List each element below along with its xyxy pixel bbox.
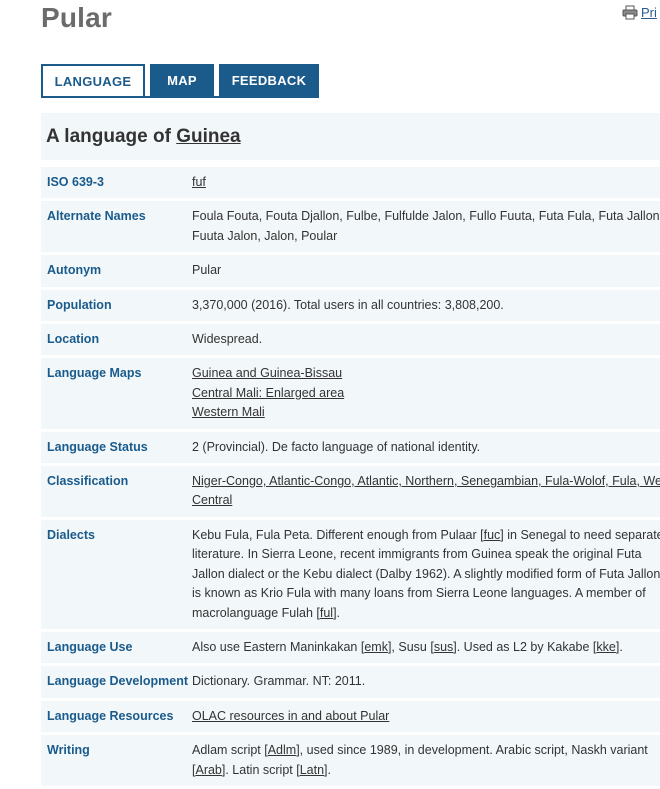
row-label: Language Maps bbox=[47, 366, 142, 381]
tab-underline bbox=[41, 96, 319, 98]
map-link[interactable]: Guinea and Guinea-Bissau bbox=[192, 364, 656, 383]
code-link-sus[interactable]: sus bbox=[434, 640, 453, 654]
tab-language[interactable]: LANGUAGE bbox=[41, 64, 145, 97]
use-text: ]. Used as L2 by Kakabe [ bbox=[453, 639, 597, 654]
row-value: 3,370,000 (2016). Total users in all cou… bbox=[192, 297, 504, 312]
row-language-resources: Language Resources OLAC resources in and… bbox=[41, 700, 660, 733]
code-link-kke[interactable]: kke bbox=[596, 640, 615, 654]
code-link-emk[interactable]: emk bbox=[364, 640, 388, 654]
row-autonym: Autonym Pular bbox=[41, 255, 660, 287]
olac-resources-link[interactable]: OLAC resources in and about Pular bbox=[192, 709, 389, 723]
dialects-text: Kebu Fula, Fula Peta. Different enough f… bbox=[192, 527, 484, 542]
tab-feedback[interactable]: FEEDBACK bbox=[219, 64, 319, 97]
row-alternate-names: Alternate Names Foula Fouta, Fouta Djall… bbox=[41, 201, 660, 253]
classification-link[interactable]: Central bbox=[192, 491, 656, 510]
map-link[interactable]: Western Mali bbox=[192, 403, 656, 422]
row-language-use: Language Use Also use Eastern Maninkakan… bbox=[41, 631, 660, 664]
row-value: Dictionary. Grammar. NT: 2011. bbox=[192, 674, 366, 689]
row-location: Location Widespread. bbox=[41, 324, 660, 356]
page-title: Pular bbox=[41, 2, 113, 33]
row-label: Dialects bbox=[47, 527, 95, 542]
iso-code-link[interactable]: fuf bbox=[192, 175, 206, 189]
writing-text: ], used since 1989, in development. Arab… bbox=[296, 743, 648, 758]
tab-bar: LANGUAGE MAP FEEDBACK bbox=[41, 64, 319, 97]
dialects-line: literature. In Sierra Leone, recent immi… bbox=[192, 547, 642, 562]
row-value: Pular bbox=[192, 263, 222, 278]
row-value: 2 (Provincial). De facto language of nat… bbox=[192, 439, 481, 454]
dialects-line: macrolanguage Fulah [ful]. bbox=[192, 604, 656, 623]
writing-line: Adlam script [Adlm], used since 1989, in… bbox=[192, 741, 656, 760]
writing-text: ]. bbox=[324, 762, 331, 777]
language-details: ISO 639-3 fuf Alternate Names Foula Fout… bbox=[41, 167, 660, 789]
writing-text: Adlam script [ bbox=[192, 743, 268, 758]
dialects-text: ] in Senegal to need separate bbox=[500, 527, 660, 542]
row-label: Writing bbox=[47, 743, 90, 758]
row-language-development: Language Development Dictionary. Grammar… bbox=[41, 666, 660, 698]
code-link-arab[interactable]: Arab bbox=[195, 763, 221, 777]
use-text: ]. bbox=[615, 639, 623, 654]
row-language-status: Language Status 2 (Provincial). De facto… bbox=[41, 431, 660, 464]
row-label: ISO 639-3 bbox=[47, 175, 104, 189]
row-label: Autonym bbox=[47, 263, 102, 278]
dialects-line: Kebu Fula, Fula Peta. Different enough f… bbox=[192, 526, 660, 545]
code-link-latn[interactable]: Latn bbox=[300, 763, 324, 777]
tab-map[interactable]: MAP bbox=[150, 64, 214, 97]
classification-link[interactable]: Niger-Congo, Atlantic-Congo, Atlantic, N… bbox=[192, 472, 660, 491]
use-text: Also use Eastern Maninkakan [ bbox=[192, 639, 365, 654]
dialects-line: Jallon dialect or the Kebu dialect (Dalb… bbox=[192, 566, 660, 581]
row-label: Population bbox=[47, 297, 112, 312]
print-label[interactable]: Pri bbox=[641, 5, 657, 20]
row-label: Language Status bbox=[47, 439, 148, 454]
writing-line: [Arab]. Latin script [Latn]. bbox=[192, 761, 656, 780]
country-link[interactable]: Guinea bbox=[176, 126, 240, 147]
language-heading: A language of Guinea bbox=[46, 126, 241, 148]
row-population: Population 3,370,000 (2016). Total users… bbox=[41, 289, 660, 322]
row-dialects: Dialects Kebu Fula, Fula Peta. Different… bbox=[41, 519, 660, 629]
heading-prefix: A language of bbox=[46, 125, 177, 147]
dialects-text: ]. bbox=[333, 605, 341, 620]
printer-icon bbox=[622, 5, 638, 20]
print-link[interactable]: Pri bbox=[622, 5, 657, 20]
row-value: Fuuta Jalon, Jalon, Poular bbox=[192, 228, 338, 243]
row-label: Language Use bbox=[47, 639, 133, 654]
row-classification: Classification Niger-Congo, Atlantic-Con… bbox=[41, 466, 660, 517]
row-label: Language Development bbox=[47, 674, 188, 689]
row-writing: Writing Adlam script [Adlm], used since … bbox=[41, 735, 660, 786]
writing-text: ]. Latin script [ bbox=[221, 762, 300, 777]
row-label: Classification bbox=[47, 474, 129, 489]
row-language-maps: Language Maps Guinea and Guinea-Bissau C… bbox=[41, 358, 660, 429]
use-text: ], Susu [ bbox=[387, 639, 434, 654]
row-iso: ISO 639-3 fuf bbox=[41, 167, 660, 199]
code-link-adlm[interactable]: Adlm bbox=[268, 743, 296, 757]
language-heading-box: A language of Guinea bbox=[41, 113, 660, 160]
dialects-line: is known as Krio Fula with many loans fr… bbox=[192, 586, 646, 601]
row-label: Location bbox=[47, 332, 100, 347]
row-label: Language Resources bbox=[47, 708, 174, 723]
row-value: Widespread. bbox=[192, 332, 263, 347]
map-link[interactable]: Central Mali: Enlarged area bbox=[192, 384, 656, 403]
row-value: Also use Eastern Maninkakan [emk], Susu … bbox=[192, 638, 660, 657]
row-label: Alternate Names bbox=[47, 209, 146, 224]
code-link-ful[interactable]: ful bbox=[320, 606, 333, 620]
dialects-text: macrolanguage Fulah [ bbox=[192, 605, 320, 620]
code-link-fuc[interactable]: fuc bbox=[484, 528, 501, 542]
row-value: Foula Fouta, Fouta Djallon, Fulbe, Fulfu… bbox=[192, 209, 660, 224]
